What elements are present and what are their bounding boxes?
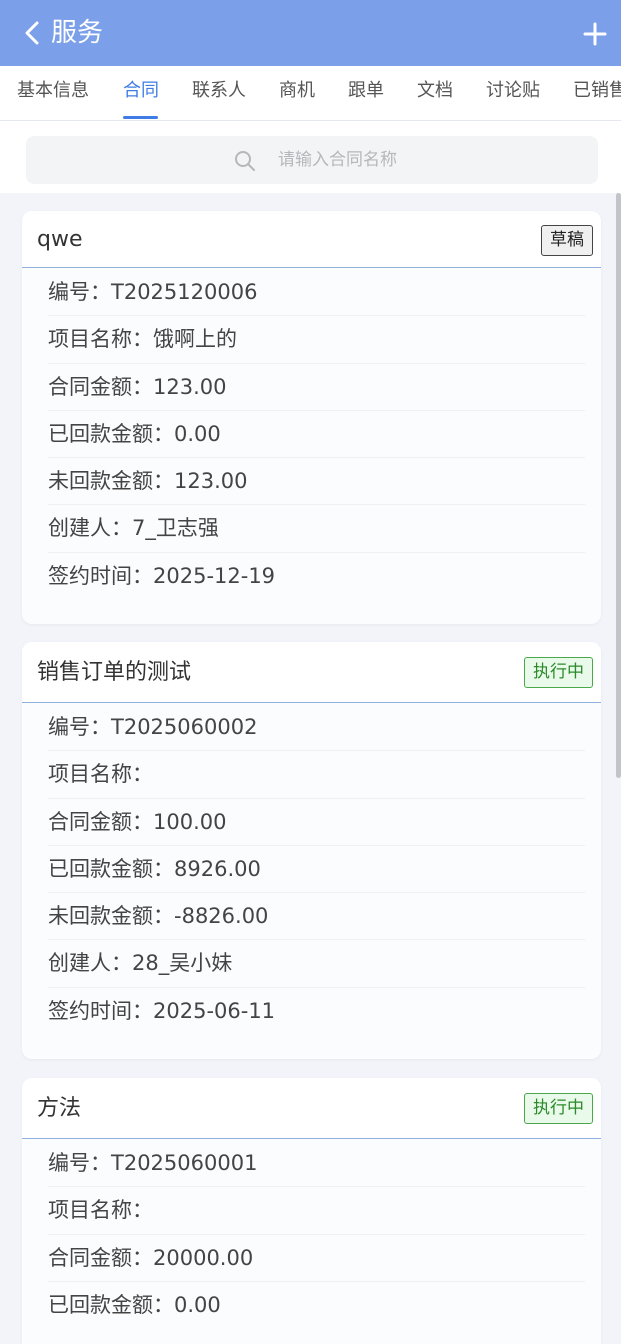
contract-title: 销售订单的测试	[37, 660, 192, 685]
creator: 创建人：7_卫志强	[48, 505, 585, 553]
received-amount: 已回款金额：0.00	[48, 1292, 221, 1317]
search-placeholder: 请输入合同名称	[278, 150, 397, 170]
contract-amount: 合同金额：123.00	[48, 364, 585, 411]
tab-basic-info[interactable]: 基本信息	[17, 79, 89, 103]
received-amount: 已回款金额：8926.00	[48, 846, 585, 894]
tab-contract[interactable]: 合同	[123, 79, 159, 103]
contract-number: 编号：T2025060002	[48, 704, 585, 752]
tab-sold[interactable]: 已销售	[573, 79, 621, 103]
project-name: 项目名称：	[48, 751, 585, 799]
tab-documents[interactable]: 文档	[417, 79, 453, 103]
contract-list: qwe 草稿 编号：T2025120006 项目名称：饿啊上的 合同金额：123…	[0, 193, 621, 1344]
contract-amount: 合同金额：100.00	[48, 799, 585, 846]
project-name: 项目名称：	[48, 1187, 585, 1235]
contract-details: 编号：T2025060001 项目名称： 合同金额：20000.00 已回款金额…	[48, 1140, 585, 1329]
tab-follow-up[interactable]: 跟单	[348, 79, 384, 103]
contract-card[interactable]: qwe 草稿 编号：T2025120006 项目名称：饿啊上的 合同金额：123…	[22, 211, 601, 624]
contract-details: 编号：T2025120006 项目名称：饿啊上的 合同金额：123.00 已回款…	[48, 269, 585, 600]
outstanding-amount: 未回款金额：-8826.00	[48, 893, 585, 941]
contract-title: 方法	[37, 1096, 82, 1121]
active-tab-indicator	[123, 116, 158, 119]
tab-contacts[interactable]: 联系人	[192, 79, 246, 103]
creator: 创建人：28_吴小妹	[48, 940, 585, 988]
tab-discussion[interactable]: 讨论贴	[486, 79, 540, 103]
tab-bar: 基本信息 合同 联系人 商机 跟单 文档 讨论贴 已销售	[0, 66, 621, 121]
project-name: 项目名称：饿啊上的	[48, 316, 585, 364]
contract-card[interactable]: 方法 执行中 编号：T2025060001 项目名称： 合同金额：20000.0…	[22, 1078, 601, 1344]
search-input[interactable]: 请输入合同名称	[26, 136, 598, 184]
sign-date: 签约时间：2025-06-11	[48, 998, 276, 1023]
back-icon[interactable]	[22, 20, 44, 46]
received-amount: 已回款金额：0.00	[48, 411, 585, 459]
status-badge: 执行中	[524, 1093, 593, 1124]
status-badge: 执行中	[524, 657, 593, 688]
sign-date: 签约时间：2025-12-19	[48, 563, 276, 588]
contract-card[interactable]: 销售订单的测试 执行中 编号：T2025060002 项目名称： 合同金额：10…	[22, 642, 601, 1059]
search-icon	[235, 151, 255, 171]
contract-number: 编号：T2025120006	[48, 269, 585, 317]
contract-amount: 合同金额：20000.00	[48, 1235, 585, 1282]
status-badge: 草稿	[541, 225, 593, 256]
search-area: 请输入合同名称	[0, 121, 621, 193]
page-title: 服务	[51, 18, 104, 48]
add-icon[interactable]	[583, 22, 607, 46]
contract-number: 编号：T2025060001	[48, 1140, 585, 1188]
outstanding-amount: 未回款金额：123.00	[48, 458, 585, 506]
tab-opportunity[interactable]: 商机	[279, 79, 315, 103]
contract-title: qwe	[37, 227, 83, 252]
card-header: 销售订单的测试 执行中	[22, 642, 601, 703]
app-header: 服务	[0, 0, 621, 66]
card-header: qwe 草稿	[22, 211, 601, 268]
contract-details: 编号：T2025060002 项目名称： 合同金额：100.00 已回款金额：8…	[48, 704, 585, 1035]
scrollbar[interactable]	[616, 193, 621, 778]
card-header: 方法 执行中	[22, 1078, 601, 1139]
